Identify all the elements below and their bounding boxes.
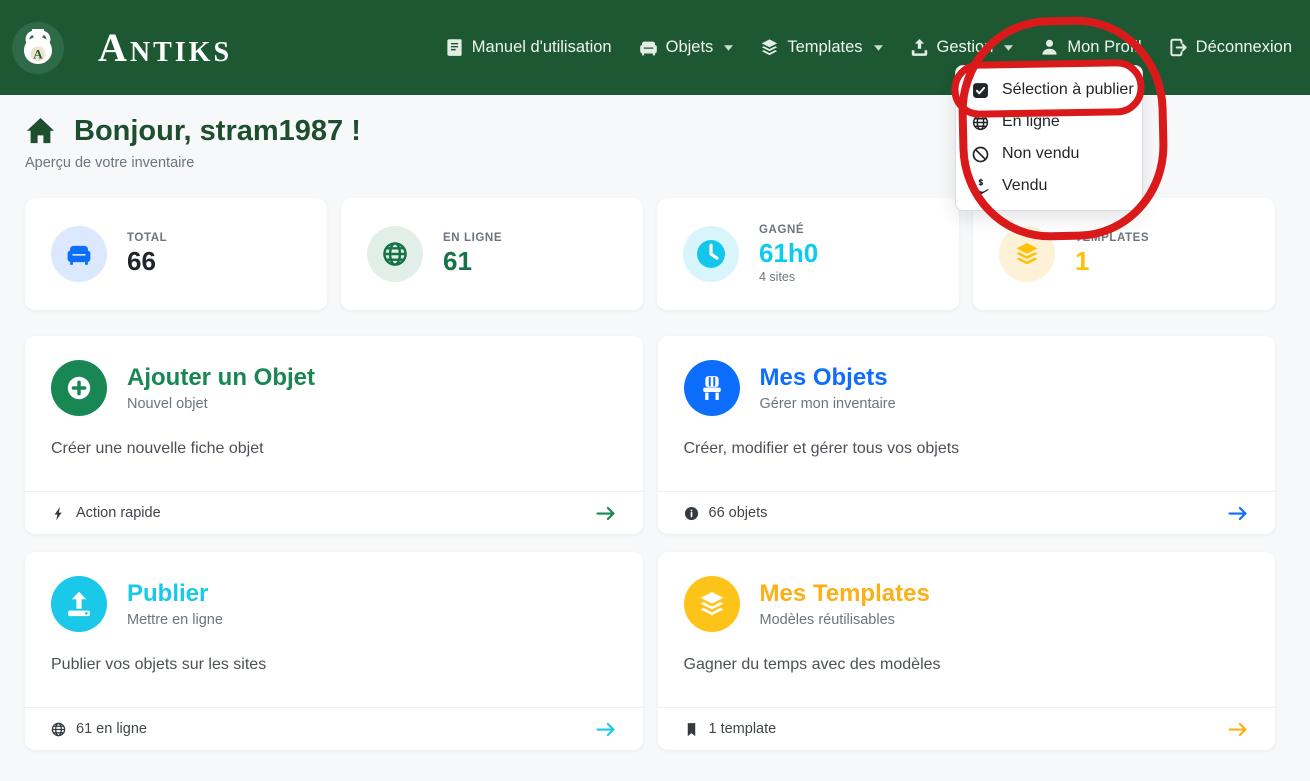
card-subtitle: Modèles réutilisables bbox=[760, 612, 930, 628]
card-subtitle: Nouvel objet bbox=[127, 396, 315, 412]
chevron-down-icon bbox=[874, 45, 883, 51]
stat-card-total: TOTAL 66 bbox=[25, 198, 327, 310]
layers-icon bbox=[999, 226, 1055, 282]
card-footer: 1 template bbox=[658, 707, 1276, 750]
slash-circle-icon bbox=[972, 146, 989, 163]
layers-icon bbox=[760, 38, 779, 57]
card-subtitle: Gérer mon inventaire bbox=[760, 396, 896, 412]
arrow-right-icon[interactable] bbox=[1227, 721, 1249, 738]
menu-item-label: Non vendu bbox=[1002, 145, 1079, 163]
globe-icon bbox=[367, 226, 423, 282]
stat-label: TEMPLATES bbox=[1075, 232, 1149, 244]
card-title: Publier bbox=[127, 580, 223, 608]
menu-item-label: En ligne bbox=[1002, 113, 1060, 131]
info-circle-icon bbox=[684, 506, 699, 521]
menu-item-label: Sélection à publier bbox=[1002, 81, 1134, 99]
layers-icon bbox=[684, 576, 740, 632]
chevron-down-icon bbox=[1004, 45, 1013, 51]
menu-item-label: Vendu bbox=[1002, 177, 1047, 195]
nav-item-manuel[interactable]: Manuel d'utilisation bbox=[445, 38, 612, 57]
home-icon bbox=[25, 116, 56, 147]
menu-item-selection-a-publier[interactable]: Sélection à publier bbox=[956, 74, 1142, 106]
brand-name[interactable]: Antiks bbox=[98, 28, 232, 68]
stat-card-gagne: GAGNÉ 61h0 4 sites bbox=[657, 198, 959, 310]
globe-icon bbox=[972, 114, 989, 131]
stat-value: 61h0 bbox=[759, 239, 818, 269]
card-footer-label: Action rapide bbox=[76, 505, 161, 521]
card-description: Publier vos objets sur les sites bbox=[51, 656, 617, 674]
card-footer-label: 1 template bbox=[709, 721, 777, 737]
box-arrow-up-icon bbox=[910, 38, 929, 57]
menu-item-non-vendu[interactable]: Non vendu bbox=[956, 138, 1142, 170]
menu-item-en-ligne[interactable]: En ligne bbox=[956, 106, 1142, 138]
check-square-icon bbox=[972, 82, 989, 99]
card-description: Créer, modifier et gérer tous vos objets bbox=[684, 440, 1250, 458]
stat-label: GAGNÉ bbox=[759, 224, 818, 236]
antiks-logo-icon[interactable]: A bbox=[12, 22, 64, 74]
nav-menu: Manuel d'utilisation Objets Templates bbox=[445, 38, 1292, 57]
stat-subtext: 4 sites bbox=[759, 270, 818, 284]
stat-label: TOTAL bbox=[127, 232, 167, 244]
lightning-icon bbox=[51, 506, 66, 521]
hand-holding-dollar-icon bbox=[972, 178, 989, 195]
card-title: Mes Objets bbox=[760, 364, 896, 392]
nav-item-mon-profil[interactable]: Mon Profil bbox=[1040, 38, 1141, 57]
couch-icon bbox=[51, 226, 107, 282]
nav-label: Manuel d'utilisation bbox=[472, 38, 612, 57]
card-mes-objets[interactable]: Mes Objets Gérer mon inventaire Créer, m… bbox=[658, 336, 1276, 534]
card-description: Créer une nouvelle fiche objet bbox=[51, 440, 617, 458]
sign-out-icon bbox=[1169, 38, 1188, 57]
card-footer: 61 en ligne bbox=[25, 707, 643, 750]
arrow-right-icon[interactable] bbox=[1227, 505, 1249, 522]
card-subtitle: Mettre en ligne bbox=[127, 612, 223, 628]
plus-circle-icon bbox=[51, 360, 107, 416]
stat-card-en-ligne: EN LIGNE 61 bbox=[341, 198, 643, 310]
card-description: Gagner du temps avec des modèles bbox=[684, 656, 1250, 674]
stat-card-templates: TEMPLATES 1 bbox=[973, 198, 1275, 310]
menu-item-vendu[interactable]: Vendu bbox=[956, 170, 1142, 202]
card-footer: Action rapide bbox=[25, 491, 643, 534]
card-ajouter-objet[interactable]: Ajouter un Objet Nouvel objet Créer une … bbox=[25, 336, 643, 534]
chevron-down-icon bbox=[724, 45, 733, 51]
nav-item-templates[interactable]: Templates bbox=[760, 38, 882, 57]
card-footer-label: 66 objets bbox=[709, 505, 768, 521]
gestion-dropdown-menu: Sélection à publier En ligne Non vendu V… bbox=[955, 65, 1143, 211]
nav-label: Déconnexion bbox=[1196, 38, 1292, 57]
nav-label: Templates bbox=[787, 38, 862, 57]
stat-value: 61 bbox=[443, 247, 502, 277]
nav-item-objets[interactable]: Objets bbox=[639, 38, 734, 57]
card-mes-templates[interactable]: Mes Templates Modèles réutilisables Gagn… bbox=[658, 552, 1276, 750]
nav-item-deconnexion[interactable]: Déconnexion bbox=[1169, 38, 1292, 57]
upload-icon bbox=[51, 576, 107, 632]
arrow-right-icon[interactable] bbox=[595, 505, 617, 522]
card-footer: 66 objets bbox=[658, 491, 1276, 534]
bookmark-icon bbox=[684, 722, 699, 737]
stat-value: 66 bbox=[127, 247, 167, 277]
nav-label: Objets bbox=[666, 38, 714, 57]
person-icon bbox=[1040, 38, 1059, 57]
action-cards-grid: Ajouter un Objet Nouvel objet Créer une … bbox=[25, 336, 1275, 750]
nav-label: Mon Profil bbox=[1067, 38, 1141, 57]
card-publier[interactable]: Publier Mettre en ligne Publier vos obje… bbox=[25, 552, 643, 750]
arrow-right-icon[interactable] bbox=[595, 721, 617, 738]
card-title: Ajouter un Objet bbox=[127, 364, 315, 392]
page-title: Bonjour, stram1987 ! bbox=[74, 115, 361, 148]
couch-icon bbox=[639, 38, 658, 57]
globe-icon bbox=[51, 722, 66, 737]
card-footer-label: 61 en ligne bbox=[76, 721, 147, 737]
nav-label: Gestion bbox=[937, 38, 994, 57]
stats-row: TOTAL 66 EN LIGNE 61 bbox=[25, 198, 1275, 310]
svg-text:A: A bbox=[33, 46, 43, 61]
card-title: Mes Templates bbox=[760, 580, 930, 608]
nav-item-gestion[interactable]: Gestion bbox=[910, 38, 1014, 57]
stat-label: EN LIGNE bbox=[443, 232, 502, 244]
clock-icon bbox=[683, 226, 739, 282]
book-icon bbox=[445, 38, 464, 57]
stat-value: 1 bbox=[1075, 247, 1149, 277]
chair-icon bbox=[684, 360, 740, 416]
